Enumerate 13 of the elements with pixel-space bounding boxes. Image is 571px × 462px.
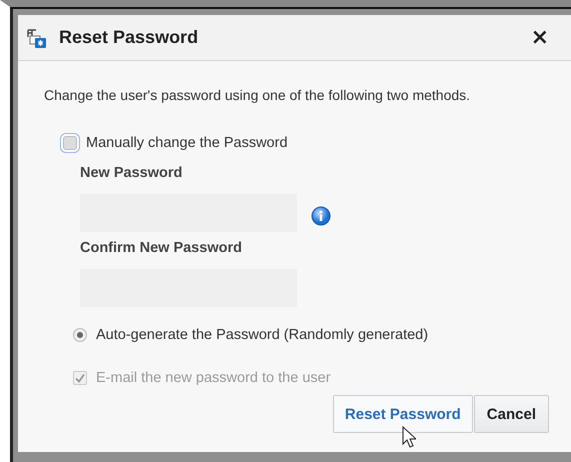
- option-label: Auto-generate the Password (Randomly generated): [96, 327, 428, 343]
- radio-button[interactable]: [63, 136, 77, 150]
- option-label: E-mail the new password to the user: [96, 370, 331, 386]
- option-label: Manually change the Password: [86, 135, 288, 151]
- close-button[interactable]: ×: [526, 26, 553, 48]
- description-text: Change the user's password using one of the following two methods.: [44, 87, 472, 103]
- cancel-button[interactable]: Cancel: [474, 395, 549, 433]
- dialog-title: Reset Password: [59, 27, 200, 48]
- field-label: Confirm New Password: [80, 240, 243, 256]
- key-user-icon: [26, 26, 48, 48]
- mouse-pointer-icon: [402, 426, 416, 448]
- radio-button[interactable]: [73, 328, 87, 342]
- field-label: New Password: [80, 165, 184, 181]
